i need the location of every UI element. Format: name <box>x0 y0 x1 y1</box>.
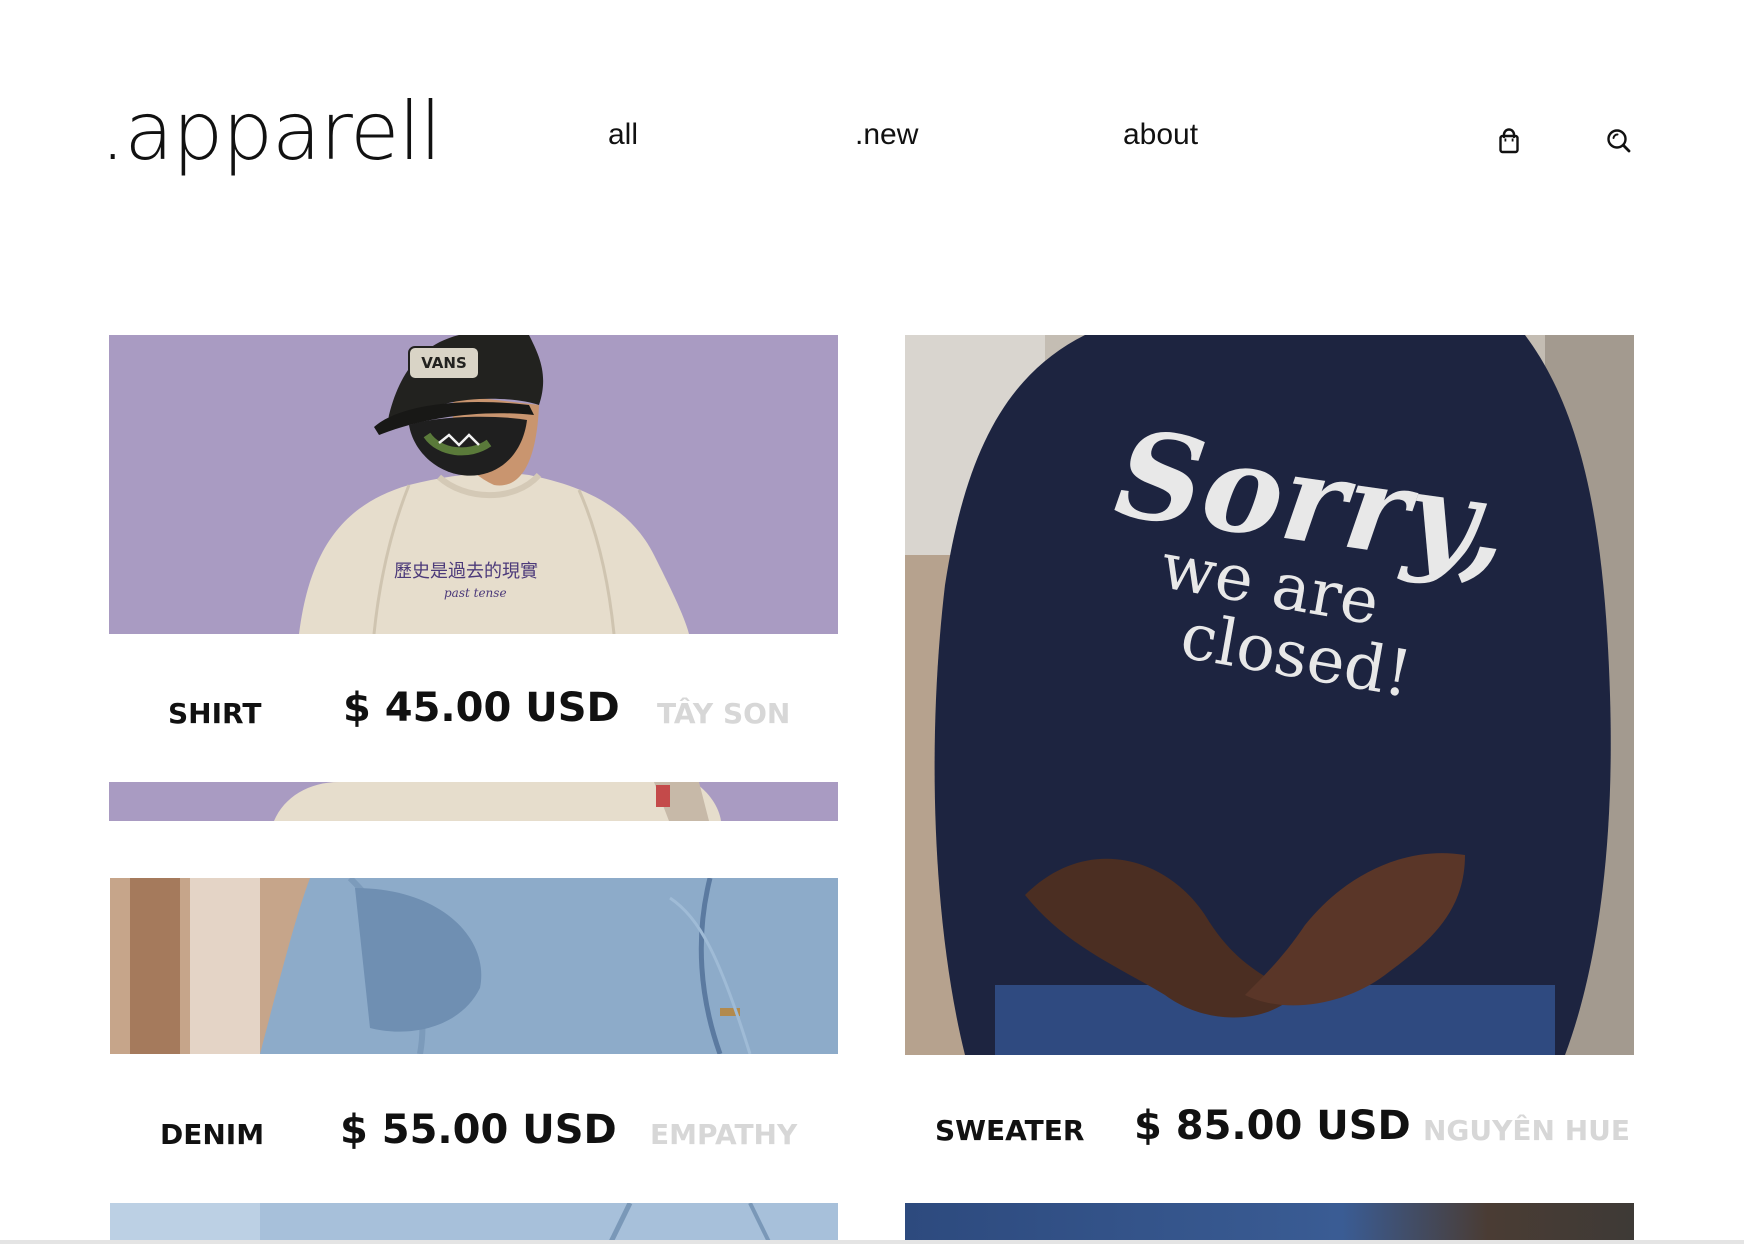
product-name-denim[interactable]: DENIM <box>160 1121 264 1149</box>
product-image-denim-lower[interactable] <box>110 1203 838 1244</box>
product-brand-shirt: TÂY SON <box>657 697 791 730</box>
sweater-photo-graphic: Sorry, we are closed! <box>905 335 1634 1055</box>
search-icon[interactable] <box>1604 126 1634 156</box>
product-brand-sweater: NGUYÊN HUE <box>1423 1114 1631 1147</box>
product-price-sweater: $ 85.00 USD <box>1134 1103 1411 1149</box>
shopping-bag-icon-graphic <box>1499 128 1519 154</box>
product-brand-denim: EMPATHY <box>650 1118 798 1151</box>
product-image-shirt-lower[interactable] <box>109 782 838 821</box>
product-image-next-lower[interactable] <box>905 1203 1634 1244</box>
product-price-denim: $ 55.00 USD <box>340 1107 617 1153</box>
denim-lower-graphic <box>110 1203 838 1244</box>
shirt-photo-graphic: VANS 歷史是過去的現實 past tense <box>109 335 838 634</box>
shirt-lower-graphic <box>109 782 838 821</box>
product-name-shirt[interactable]: SHIRT <box>168 700 261 728</box>
denim-photo-graphic <box>110 878 838 1054</box>
search-icon-graphic <box>1607 129 1631 153</box>
product-image-shirt[interactable]: VANS 歷史是過去的現實 past tense <box>109 335 838 634</box>
product-price-shirt: $ 45.00 USD <box>343 685 620 731</box>
page: .apparell all .new about VANS 歷史是過去的現實 p… <box>0 0 1744 1244</box>
nav-link-new[interactable]: .new <box>855 120 918 150</box>
product-image-denim[interactable] <box>110 878 838 1054</box>
product-image-sweater[interactable]: Sorry, we are closed! <box>905 335 1634 1055</box>
nav-link-all[interactable]: all <box>608 120 638 150</box>
product-name-sweater[interactable]: SWEATER <box>935 1117 1084 1145</box>
brand-logo[interactable]: .apparell <box>100 92 442 172</box>
shirt-print-subtext: past tense <box>444 586 507 600</box>
nav-link-about[interactable]: about <box>1123 120 1198 150</box>
shopping-bag-icon[interactable] <box>1494 126 1524 156</box>
shirt-print-text: 歷史是過去的現實 <box>394 561 538 582</box>
cap-logo-text: VANS <box>421 354 467 372</box>
page-bottom-divider <box>0 1240 1744 1244</box>
